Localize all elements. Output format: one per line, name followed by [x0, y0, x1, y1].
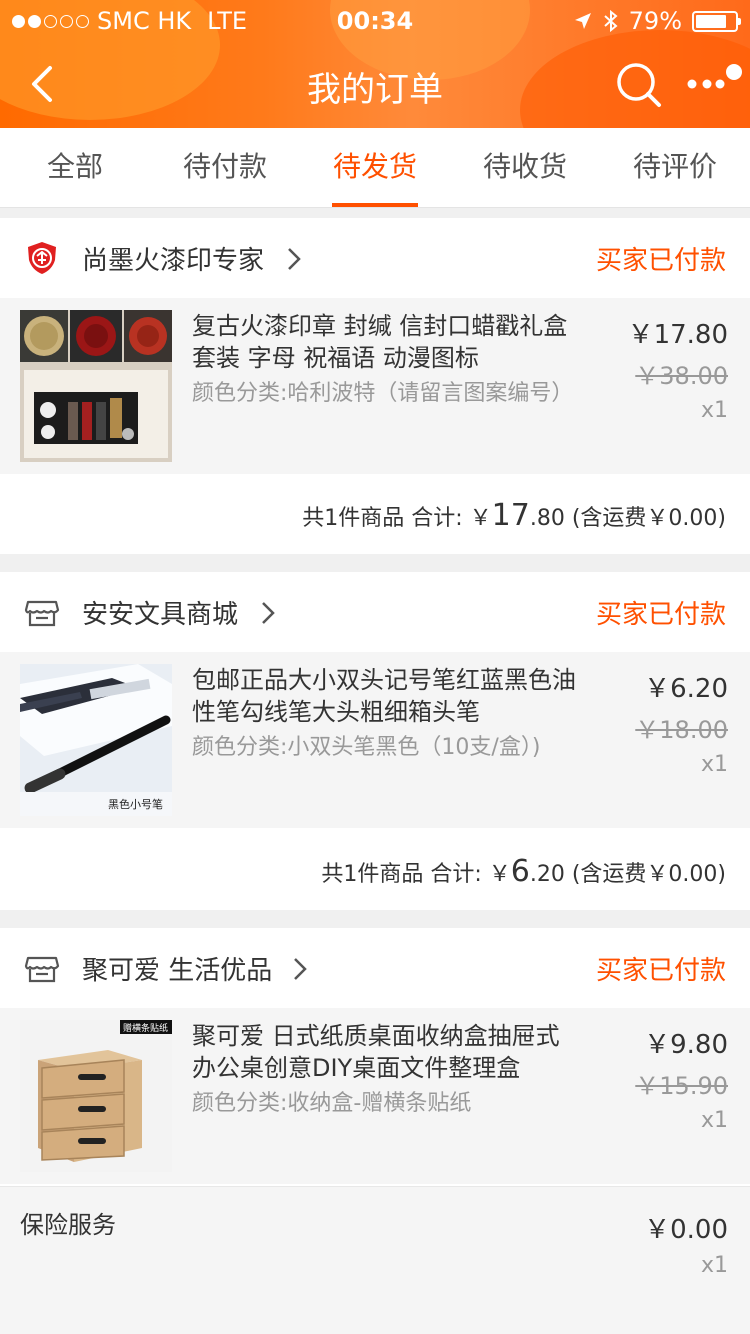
battery-icon	[692, 10, 741, 32]
tab-pending-review[interactable]: 待评价	[600, 128, 750, 207]
shop-header[interactable]: 尚墨火漆印专家 买家已付款	[0, 218, 750, 298]
order-tabs: 全部 待付款 待发货 待收货 待评价	[0, 128, 750, 208]
item-quantity: x1	[700, 752, 728, 777]
bluetooth-icon	[603, 9, 618, 33]
item-title[interactable]: 聚可爱 日式纸质桌面收纳盒抽屉式办公桌创意DIY桌面文件整理盒	[192, 1020, 582, 1084]
total-amount-int: 17	[491, 498, 530, 533]
item-original-price: ￥38.00	[635, 362, 728, 390]
shop-name[interactable]: 安安文具商城	[82, 594, 238, 631]
item-original-price: ￥15.90	[635, 1072, 728, 1100]
chevron-right-icon	[288, 248, 301, 270]
header: SMC HK LTE 00:34 79% 我的订单	[0, 0, 750, 128]
marker-pen-box-image[interactable]: 黑色小号笔	[20, 664, 172, 816]
order-summary: 共1件商品 合计: ￥17.80 (含运费￥0.00)	[0, 474, 750, 554]
tab-pending-payment[interactable]: 待付款	[150, 128, 300, 207]
item-count-label: 共1件商品 合计:	[321, 862, 482, 887]
kraft-drawer-box-image[interactable]: 赠横条贴纸	[20, 1020, 172, 1172]
item-spec: 颜色分类:哈利波特（请留言图案编号）	[192, 381, 574, 406]
item-title[interactable]: 包邮正品大小双头记号笔红蓝黑色油性笔勾线笔大头粗细箱头笔	[192, 664, 582, 728]
store-icon	[24, 600, 60, 627]
chevron-right-icon	[294, 958, 307, 980]
total-amount-dec: .80	[529, 506, 565, 531]
item-original-price: ￥18.00	[635, 716, 728, 744]
tab-pending-shipment[interactable]: 待发货	[300, 128, 450, 207]
total-amount-dec: .20	[529, 862, 565, 887]
item-quantity: x1	[700, 398, 728, 423]
order-status: 买家已付款	[595, 956, 726, 986]
service-price: ￥0.00	[644, 1215, 728, 1245]
status-bar: SMC HK LTE 00:34 79%	[0, 0, 750, 40]
shipping-note: (含运费￥0.00)	[571, 862, 726, 887]
service-label: 保险服务	[20, 1211, 116, 1239]
tab-pending-receipt[interactable]: 待收货	[450, 128, 600, 207]
image-caption: 赠横条贴纸	[123, 1024, 169, 1034]
currency-symbol: ￥	[488, 862, 511, 887]
shop-header[interactable]: 聚可爱 生活优品 买家已付款	[0, 928, 750, 1008]
item-price: ￥6.20	[644, 674, 728, 704]
store-icon	[24, 956, 60, 983]
chevron-right-icon	[262, 602, 275, 624]
item-spec: 颜色分类:收纳盒-赠横条贴纸	[192, 1091, 472, 1116]
shipping-note: (含运费￥0.00)	[571, 506, 726, 531]
service-quantity: x1	[700, 1253, 728, 1278]
order-card[interactable]: 尚墨火漆印专家 买家已付款 复古火漆印章 封缄 信封口蜡戳礼盒套装 字母 祝福语…	[0, 218, 750, 554]
image-caption: 黑色小号笔	[108, 798, 163, 811]
search-icon[interactable]	[614, 60, 664, 110]
nav-bar: 我的订单	[0, 40, 750, 128]
item-spec: 颜色分类:小双头笔黑色（10支/盒）)	[192, 735, 541, 760]
order-status: 买家已付款	[595, 600, 726, 630]
shop-name[interactable]: 尚墨火漆印专家	[82, 240, 264, 277]
order-card[interactable]: 安安文具商城 买家已付款 黑色小号笔 包邮正品大小双头记号笔红蓝黑色油性笔勾线笔…	[0, 572, 750, 910]
battery-percent: 79%	[628, 7, 682, 35]
tab-all[interactable]: 全部	[0, 128, 150, 207]
location-arrow-icon	[574, 13, 591, 29]
wax-seal-kit-image[interactable]	[20, 310, 172, 462]
item-quantity: x1	[700, 1108, 728, 1133]
enterprise-shield-icon	[28, 242, 56, 274]
insurance-service-row[interactable]: 保险服务 ￥0.00 x1	[0, 1186, 750, 1334]
currency-symbol: ￥	[469, 506, 492, 531]
order-item[interactable]: 复古火漆印章 封缄 信封口蜡戳礼盒套装 字母 祝福语 动漫图标 颜色分类:哈利波…	[0, 298, 750, 474]
order-status: 买家已付款	[595, 246, 726, 276]
total-amount-int: 6	[510, 854, 530, 889]
more-dots-icon[interactable]	[686, 62, 742, 102]
order-item[interactable]: 赠横条贴纸 聚可爱 日式纸质桌面收纳盒抽屉式办公桌创意DIY桌面文件整理盒 颜色…	[0, 1008, 750, 1184]
shop-header[interactable]: 安安文具商城 买家已付款	[0, 572, 750, 652]
order-summary: 共1件商品 合计: ￥6.20 (含运费￥0.00)	[0, 830, 750, 910]
order-card[interactable]: 聚可爱 生活优品 买家已付款 赠横条贴纸 聚可爱 日式纸质桌面收纳盒抽屉式办公桌…	[0, 928, 750, 1186]
item-count-label: 共1件商品 合计:	[302, 506, 463, 531]
item-price: ￥17.80	[627, 320, 728, 350]
item-price: ￥9.80	[644, 1030, 728, 1060]
shop-name[interactable]: 聚可爱 生活优品	[82, 950, 272, 987]
order-item[interactable]: 黑色小号笔 包邮正品大小双头记号笔红蓝黑色油性笔勾线笔大头粗细箱头笔 颜色分类:…	[0, 652, 750, 828]
item-title[interactable]: 复古火漆印章 封缄 信封口蜡戳礼盒套装 字母 祝福语 动漫图标	[192, 310, 582, 374]
